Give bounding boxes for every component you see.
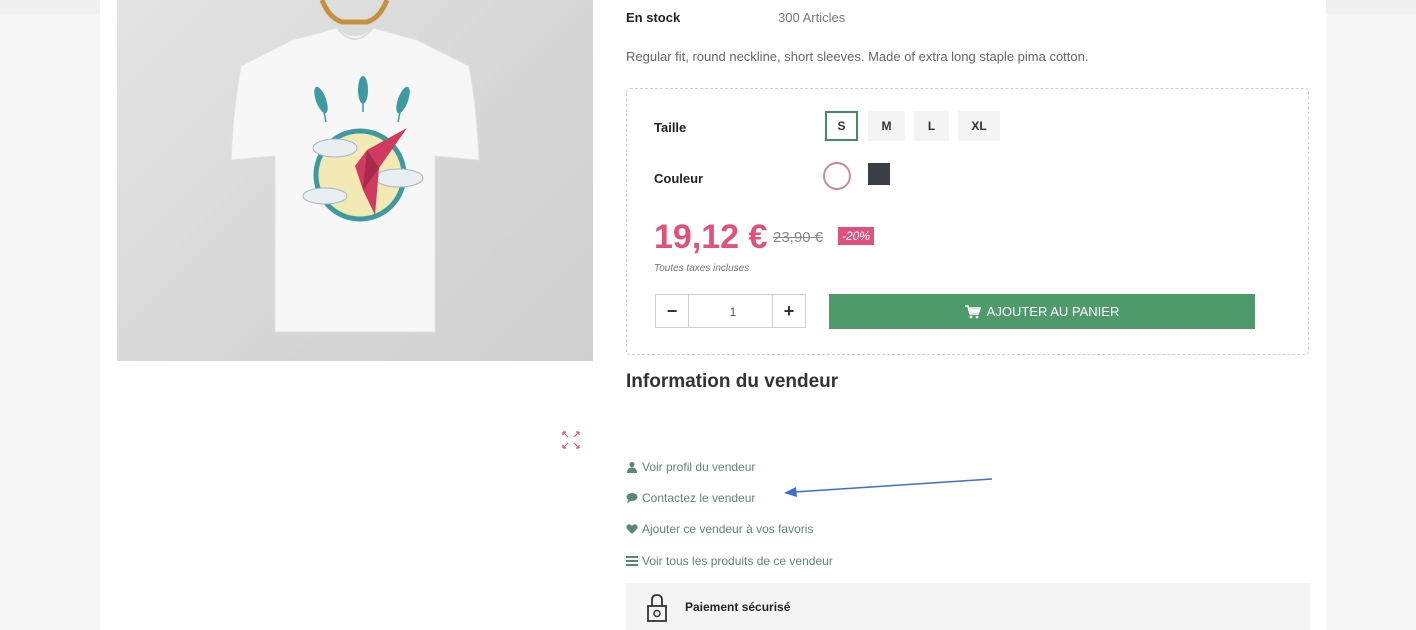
size-label: Taille [654, 120, 687, 135]
favorite-seller-link[interactable]: Ajouter ce vendeur à vos favoris [626, 522, 813, 536]
old-price: 23,90 € [773, 229, 824, 246]
quantity-stepper: − + [655, 294, 806, 329]
contact-seller-link[interactable]: Contactez le vendeur [626, 491, 755, 505]
heart-icon [626, 523, 638, 535]
current-price: 19,12 € [654, 218, 768, 256]
stock-value: 300 Articles [778, 10, 846, 25]
add-to-cart-button[interactable]: AJOUTER AU PANIER [829, 294, 1255, 329]
tshirt-illustration [230, 0, 480, 333]
stock-label: En stock [626, 10, 681, 25]
seller-profile-link[interactable]: Voir profil du vendeur [626, 460, 755, 474]
product-image[interactable] [117, 0, 593, 361]
discount-badge: -20% [838, 227, 875, 245]
product-description: Regular fit, round neckline, short sleev… [626, 49, 1089, 64]
annotation-arrow [784, 478, 993, 497]
color-label: Couleur [654, 171, 704, 186]
add-to-cart-label: AJOUTER AU PANIER [986, 304, 1120, 319]
quantity-decrease-button[interactable]: − [656, 295, 689, 327]
user-icon [626, 461, 638, 473]
expand-icon[interactable] [561, 430, 581, 450]
size-option-s[interactable]: S [825, 111, 858, 141]
seller-profile-label: Voir profil du vendeur [642, 460, 756, 474]
seller-section-title: Information du vendeur [626, 371, 839, 392]
seller-products-link[interactable]: Voir tous les produits de ce vendeur [626, 554, 833, 568]
secure-payment-label: Paiement sécurisé [685, 600, 791, 614]
size-option-m[interactable]: M [868, 111, 905, 141]
size-option-xl[interactable]: XL [958, 111, 1000, 141]
comment-icon [626, 492, 638, 504]
list-icon [626, 555, 638, 567]
lock-icon [647, 594, 667, 622]
tax-note: Toutes taxes incluses [654, 263, 750, 274]
quantity-increase-button[interactable]: + [772, 295, 805, 327]
size-option-l[interactable]: L [914, 111, 949, 141]
cart-icon [964, 304, 981, 319]
seller-products-label: Voir tous les produits de ce vendeur [642, 554, 833, 568]
favorite-seller-label: Ajouter ce vendeur à vos favoris [642, 522, 814, 536]
quantity-input[interactable] [689, 295, 777, 329]
color-swatch-dark[interactable] [868, 163, 890, 185]
color-swatch-white[interactable] [823, 162, 851, 190]
contact-seller-label: Contactez le vendeur [642, 491, 756, 505]
